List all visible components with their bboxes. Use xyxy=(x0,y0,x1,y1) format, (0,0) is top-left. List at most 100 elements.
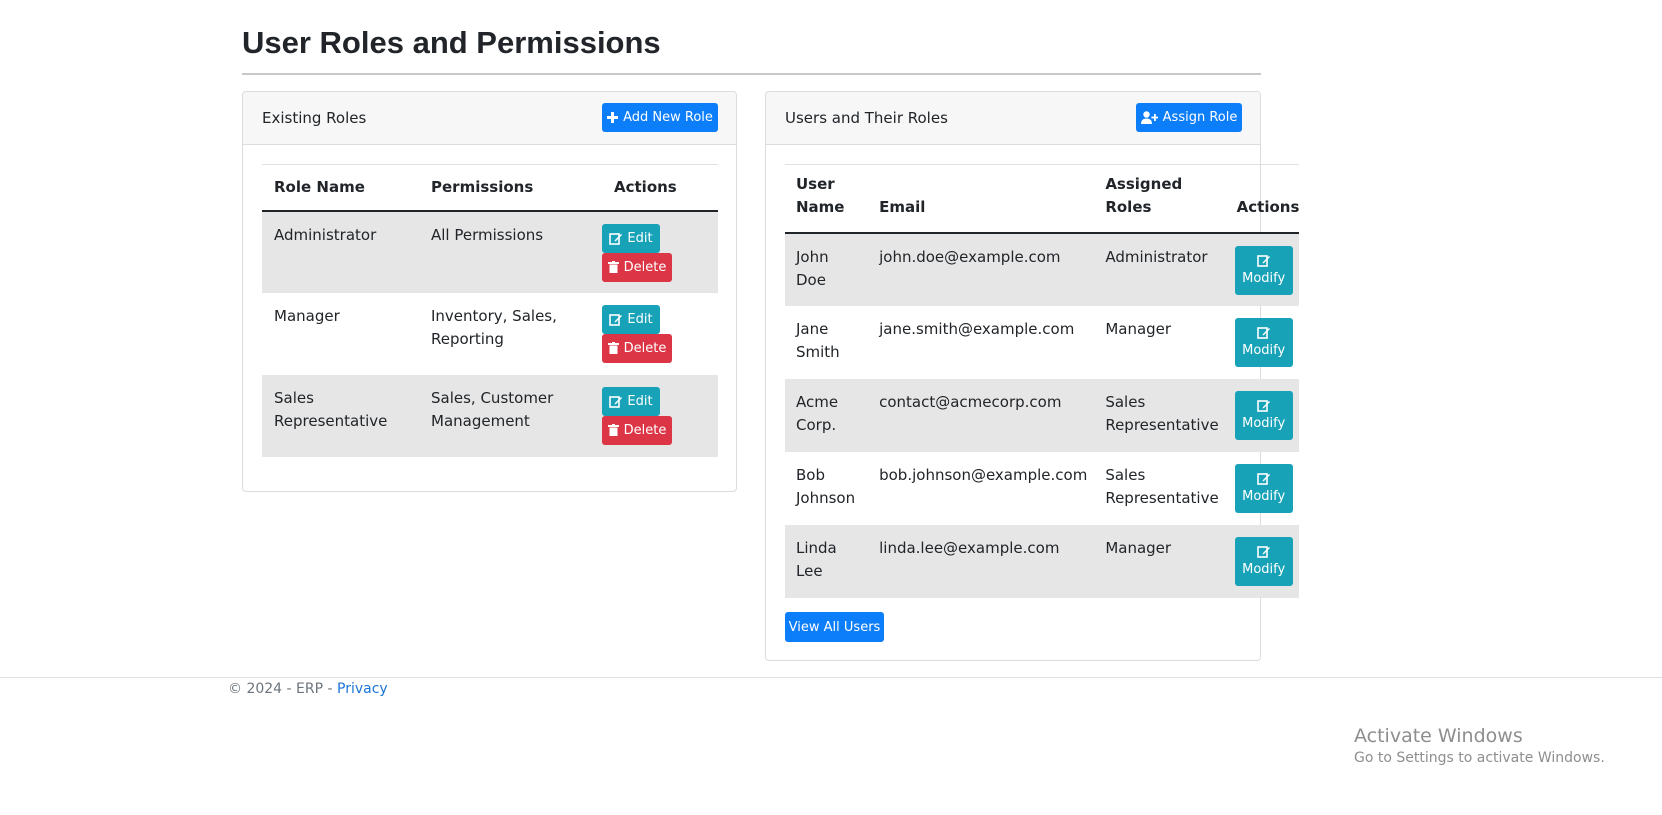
actions-cell: Modify xyxy=(1227,525,1300,598)
watermark-subtitle: Go to Settings to activate Windows. xyxy=(1354,750,1605,766)
modify-button[interactable]: Modify xyxy=(1234,390,1293,440)
col-role-name: Role Name xyxy=(274,177,365,196)
actions-cell: Edit Delete xyxy=(602,293,718,375)
email-cell: bob.johnson@example.com xyxy=(879,465,1088,484)
modify-button[interactable]: Modify xyxy=(1234,245,1293,295)
roles-card-header: Existing Roles Add New Role xyxy=(243,92,736,145)
permissions-cell: Sales, Customer Management xyxy=(431,388,554,430)
edit-button[interactable]: Edit xyxy=(602,304,660,334)
email-cell: john.doe@example.com xyxy=(879,247,1061,266)
edit-label: Edit xyxy=(627,230,653,246)
activate-windows-watermark: Activate Windows Go to Settings to activ… xyxy=(1354,725,1605,769)
user-name-cell: John Doe xyxy=(796,247,829,289)
view-all-users-button[interactable]: View All Users xyxy=(785,612,884,642)
actions-cell: Modify xyxy=(1227,379,1300,452)
edit-icon xyxy=(609,313,623,326)
table-row: Jane Smith jane.smith@example.com Manage… xyxy=(785,306,1299,379)
actions-cell: Modify xyxy=(1227,306,1300,379)
col-actions: Actions xyxy=(1236,197,1300,216)
edit-icon xyxy=(1257,327,1271,339)
page-title: User Roles and Permissions xyxy=(242,25,661,60)
permissions-cell: Inventory, Sales, Reporting xyxy=(431,306,557,348)
delete-label: Delete xyxy=(623,259,667,275)
roles-table: Role Name Permissions Actions Administra… xyxy=(262,164,718,457)
col-user-name: User Name xyxy=(796,174,845,216)
footer-divider xyxy=(0,677,1662,678)
edit-icon xyxy=(1257,546,1271,558)
title-divider xyxy=(242,73,1261,75)
view-all-users-label: View All Users xyxy=(788,619,881,635)
plus-icon xyxy=(607,112,619,123)
assign-role-label: Assign Role xyxy=(1162,110,1238,125)
actions-cell: Edit Delete xyxy=(602,375,718,457)
table-row: Linda Lee linda.lee@example.com Manager … xyxy=(785,524,1300,598)
delete-button[interactable]: Delete xyxy=(602,252,672,282)
delete-label: Delete xyxy=(623,340,667,356)
edit-icon xyxy=(1257,473,1271,485)
users-card-header: Users and Their Roles Assign Role xyxy=(766,92,1260,145)
edit-button[interactable]: Edit xyxy=(602,386,660,416)
col-email: Email xyxy=(879,197,926,216)
edit-icon xyxy=(609,395,623,408)
assign-role-button[interactable]: Assign Role xyxy=(1136,103,1242,132)
modify-button[interactable]: Modify xyxy=(1234,463,1293,513)
col-actions: Actions xyxy=(614,177,677,196)
permissions-cell: All Permissions xyxy=(431,225,544,244)
trash-icon xyxy=(607,424,619,436)
col-permissions: Permissions xyxy=(431,177,534,196)
table-row: Acme Corp. contact@acmecorp.com Sales Re… xyxy=(785,378,1300,452)
assigned-role-cell: Administrator xyxy=(1105,247,1208,266)
role-name-cell: Sales Representative xyxy=(274,388,388,430)
assigned-role-cell: Sales Representative xyxy=(1105,392,1219,434)
watermark-title: Activate Windows xyxy=(1354,725,1523,747)
modify-button[interactable]: Modify xyxy=(1234,536,1293,586)
assigned-role-cell: Manager xyxy=(1105,319,1172,338)
modify-label: Modify xyxy=(1242,271,1286,286)
edit-icon xyxy=(1257,400,1271,412)
edit-button[interactable]: Edit xyxy=(602,223,660,253)
actions-cell: Modify xyxy=(1227,233,1300,306)
role-name-cell: Manager xyxy=(274,306,340,325)
delete-button[interactable]: Delete xyxy=(602,415,672,445)
users-card: Users and Their Roles Assign Role User N… xyxy=(765,91,1300,661)
roles-card: Existing Roles Add New Role Role Name Pe… xyxy=(242,91,737,492)
footer: © 2024 - ERP - Privacy xyxy=(228,681,388,697)
user-name-cell: Jane Smith xyxy=(796,319,840,361)
edit-label: Edit xyxy=(627,311,653,327)
table-row: Administrator All Permissions Edit Delet… xyxy=(262,210,718,293)
role-name-cell: Administrator xyxy=(274,225,377,244)
modify-button[interactable]: Modify xyxy=(1234,317,1293,367)
edit-label: Edit xyxy=(627,393,653,409)
users-card-title: Users and Their Roles xyxy=(785,109,948,127)
users-table: User Name Email Assigned Roles Actions J… xyxy=(785,164,1300,598)
assigned-role-cell: Sales Representative xyxy=(1105,465,1219,507)
modify-label: Modify xyxy=(1242,416,1286,431)
edit-icon xyxy=(1257,255,1271,267)
table-row: John Doe john.doe@example.com Administra… xyxy=(785,232,1300,306)
add-new-role-button[interactable]: Add New Role xyxy=(602,103,718,132)
email-cell: linda.lee@example.com xyxy=(879,538,1060,557)
table-row: Sales Representative Sales, Customer Man… xyxy=(262,374,718,457)
delete-label: Delete xyxy=(623,422,667,438)
assigned-role-cell: Manager xyxy=(1105,538,1172,557)
delete-button[interactable]: Delete xyxy=(602,333,672,363)
table-row: Manager Inventory, Sales, Reporting Edit… xyxy=(262,293,718,375)
trash-icon xyxy=(607,342,619,354)
actions-cell: Modify xyxy=(1227,452,1300,525)
modify-label: Modify xyxy=(1242,562,1286,577)
footer-copyright: © 2024 - ERP - xyxy=(228,681,337,697)
edit-icon xyxy=(609,232,623,245)
user-name-cell: Linda Lee xyxy=(796,538,837,580)
user-name-cell: Bob Johnson xyxy=(796,465,856,507)
email-cell: jane.smith@example.com xyxy=(879,319,1075,338)
roles-card-title: Existing Roles xyxy=(262,109,367,127)
user-name-cell: Acme Corp. xyxy=(796,392,839,434)
email-cell: contact@acmecorp.com xyxy=(879,392,1062,411)
table-row: Bob Johnson bob.johnson@example.com Sale… xyxy=(785,452,1299,525)
actions-cell: Edit Delete xyxy=(602,211,718,293)
trash-icon xyxy=(607,261,619,273)
privacy-link[interactable]: Privacy xyxy=(337,681,388,697)
col-assigned-roles: Assigned Roles xyxy=(1105,174,1183,216)
modify-label: Modify xyxy=(1242,343,1286,358)
add-new-role-label: Add New Role xyxy=(623,110,713,125)
